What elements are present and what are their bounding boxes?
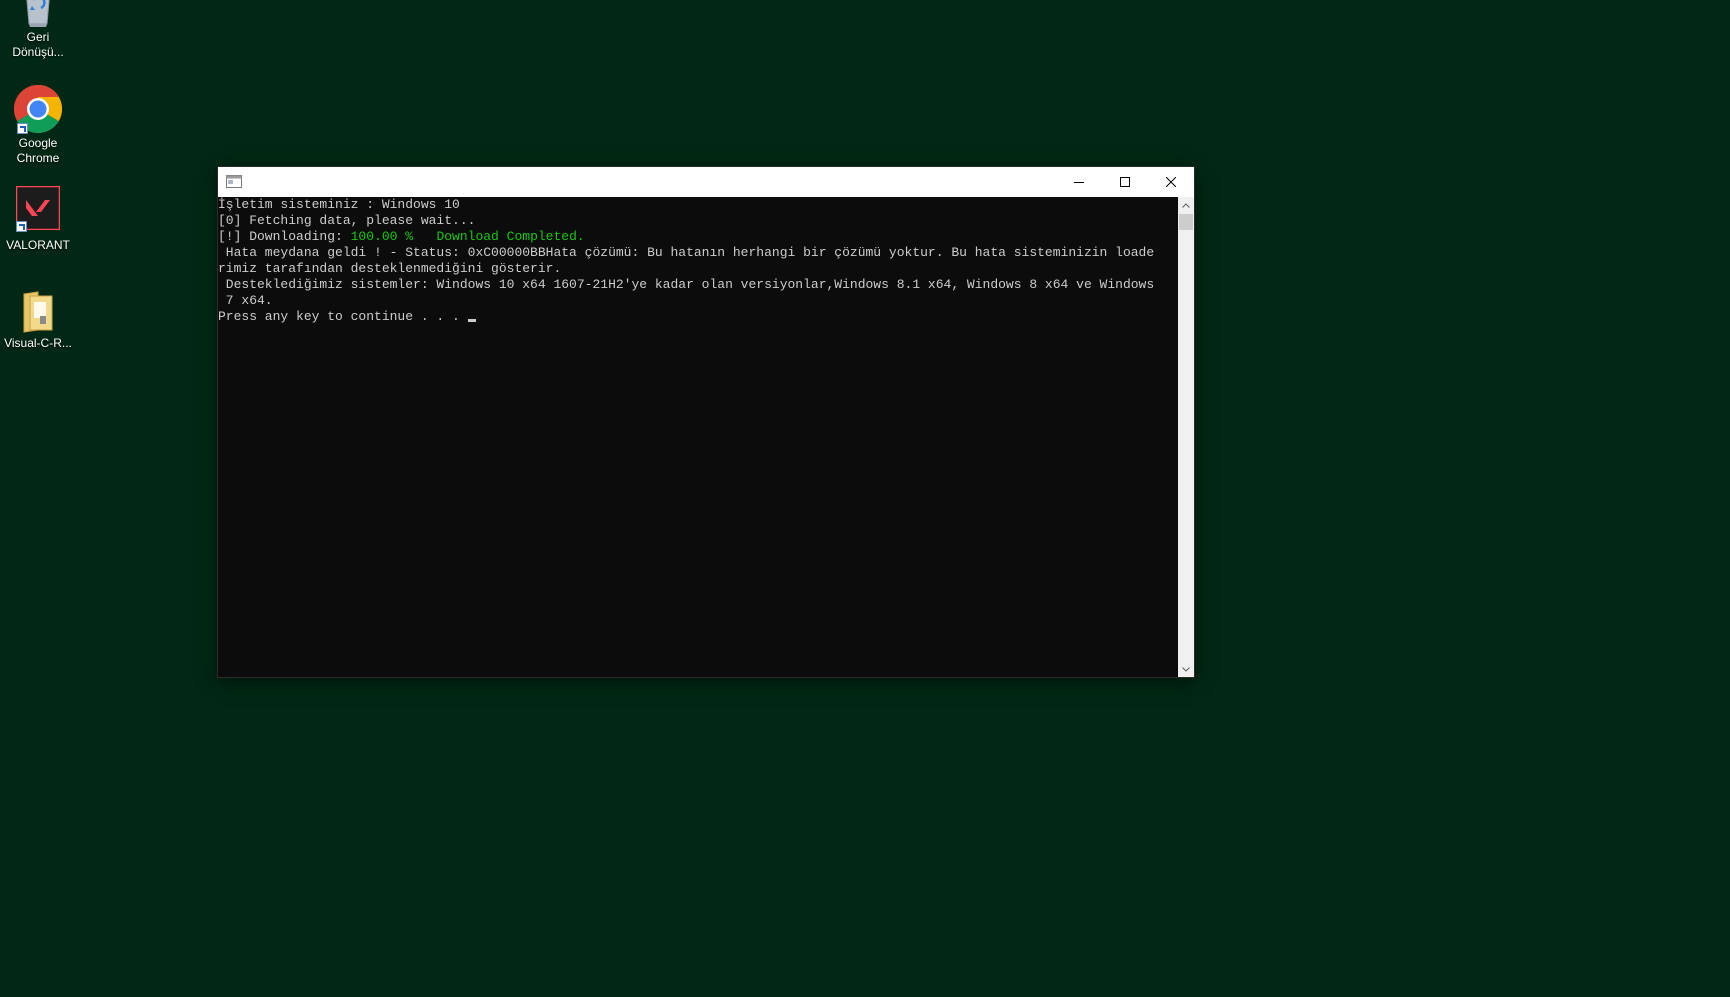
desktop-icon-chrome[interactable]: Google Chrome	[0, 84, 76, 166]
scroll-thumb[interactable]	[1179, 214, 1193, 230]
shortcut-arrow-icon	[16, 221, 27, 232]
console-output[interactable]: İşletim sisteminiz : Windows 10 [0] Fetc…	[218, 197, 1178, 677]
recycle-bin-icon	[13, 0, 63, 28]
minimize-button[interactable]	[1056, 167, 1102, 197]
chrome-icon	[13, 84, 63, 134]
valorant-label: VALORANT	[6, 238, 70, 252]
error-line-2: rimiz tarafından desteklenmediğini göste…	[218, 261, 562, 276]
visual-c-label: Visual-C-R...	[4, 336, 72, 350]
scroll-down-button[interactable]	[1178, 661, 1194, 677]
desktop-icon-visual-c[interactable]: Visual-C-R...	[0, 290, 76, 351]
title-bar[interactable]	[218, 167, 1194, 197]
desktop-icon-recycle-bin[interactable]: Geri Dönüşü...	[0, 0, 76, 60]
vertical-scrollbar[interactable]	[1178, 197, 1194, 677]
os-info-line: İşletim sisteminiz : Windows 10	[218, 197, 460, 212]
maximize-button[interactable]	[1102, 167, 1148, 197]
prompt-text: Press any key to continue . . .	[218, 309, 468, 324]
download-percent: 100.00 %	[350, 229, 414, 244]
chrome-label: Google Chrome	[16, 136, 60, 165]
text-cursor	[467, 319, 476, 322]
close-icon	[1166, 177, 1176, 187]
desktop-icon-valorant[interactable]: VALORANT	[0, 185, 76, 253]
valorant-icon	[15, 185, 61, 232]
chevron-down-icon	[1182, 666, 1190, 672]
error-line-1: Hata meydana geldi ! - Status: 0xC00000B…	[218, 245, 1155, 260]
minimize-icon	[1074, 182, 1084, 183]
supported-systems-line-1: Desteklediğimiz sistemler: Windows 10 x6…	[218, 277, 1155, 292]
prompt-line: Press any key to continue . . .	[218, 309, 1178, 325]
console-window[interactable]: İşletim sisteminiz : Windows 10 [0] Fetc…	[218, 167, 1194, 677]
shortcut-arrow-icon	[17, 123, 28, 134]
recycle-bin-label: Geri Dönüşü...	[12, 30, 64, 59]
download-status: Download Completed.	[413, 229, 585, 244]
folder-icon	[18, 290, 58, 334]
fetch-line: [0] Fetching data, please wait...	[218, 213, 476, 228]
download-prefix: [!] Downloading:	[218, 229, 351, 244]
console-app-icon	[226, 175, 242, 188]
scroll-up-button[interactable]	[1178, 197, 1194, 213]
maximize-icon	[1120, 177, 1130, 187]
close-button[interactable]	[1148, 167, 1194, 197]
chevron-up-icon	[1182, 202, 1190, 208]
download-line: [!] Downloading: 100.00 % Download Compl…	[218, 229, 1178, 245]
supported-systems-line-2: 7 x64.	[218, 293, 273, 308]
